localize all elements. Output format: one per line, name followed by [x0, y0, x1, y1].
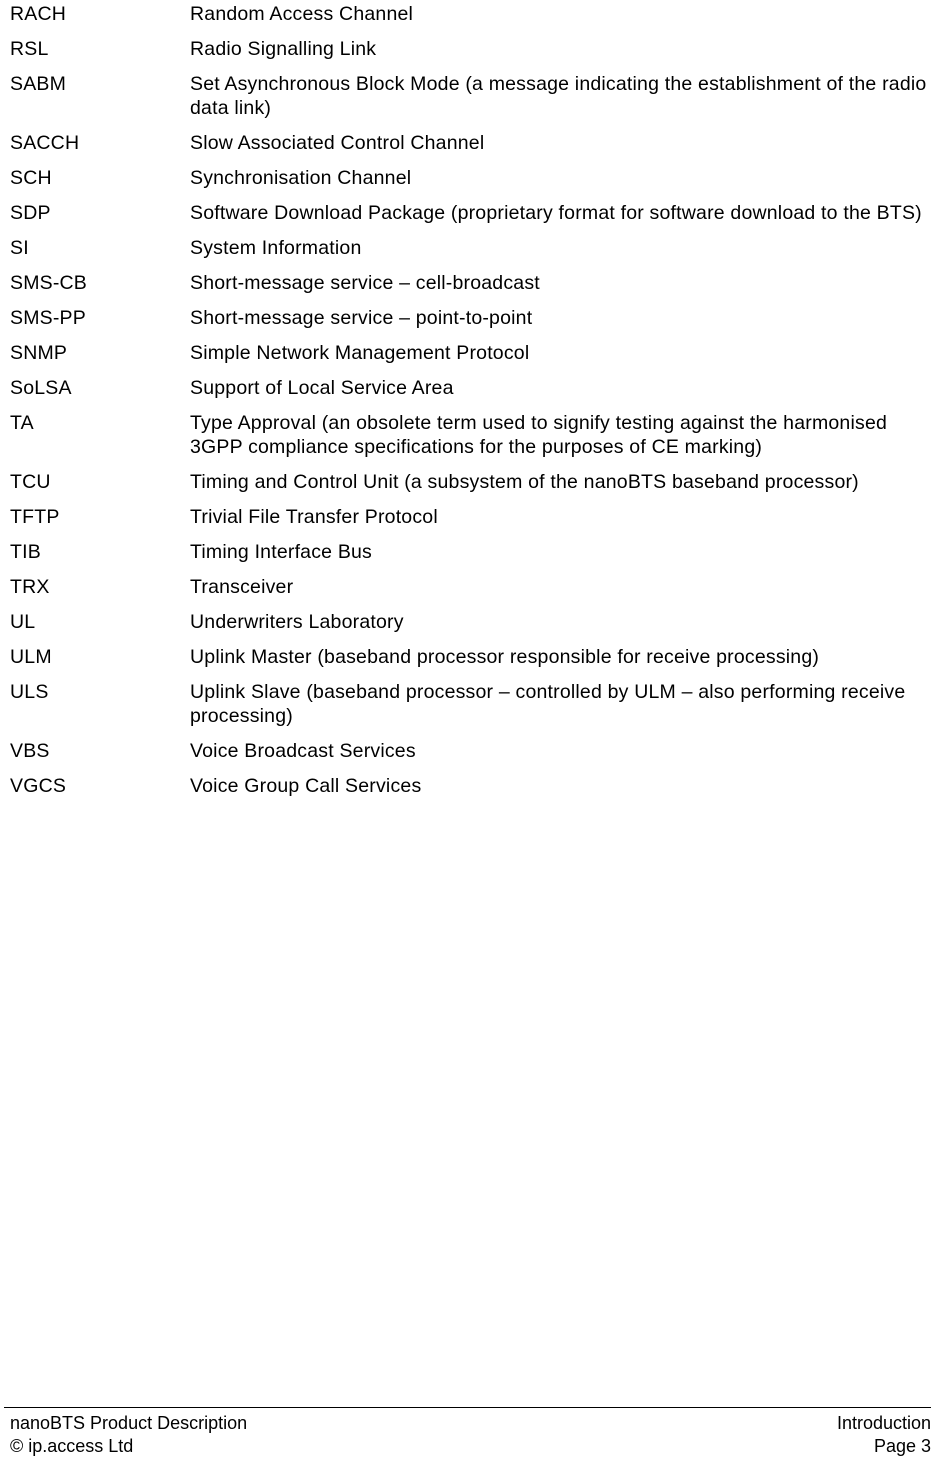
glossary-entry: TCU Timing and Control Unit (a subsystem …: [10, 470, 931, 494]
glossary-definition: Short-message service – cell-broadcast: [190, 272, 540, 294]
glossary-term: SMS-CB: [10, 272, 88, 294]
glossary-term: ULM: [10, 646, 52, 668]
glossary-term: TFTP: [10, 506, 60, 528]
glossary-term: TIB: [10, 541, 41, 563]
footer-copyright: © ip.access Ltd: [10, 1436, 134, 1456]
glossary-term: ULS: [10, 681, 49, 703]
glossary-entry: SNMP Simple Network Management Protocol: [10, 341, 931, 365]
document-page: RACH Random Access Channel RSL Radio Signal…: [0, 0, 941, 1464]
glossary-definition: Software Download Package (proprietary f…: [190, 202, 922, 224]
glossary-entry: SI System Information: [10, 236, 931, 260]
glossary-term: RSL: [10, 38, 49, 60]
glossary-term: SoLSA: [10, 377, 72, 399]
glossary-entry: TIB Timing Interface Bus: [10, 540, 931, 564]
glossary-entry: RSL Radio Signalling Link: [10, 37, 931, 61]
glossary-entry: VGCS Voice Group Call Services: [10, 774, 931, 798]
glossary-definition: Random Access Channel: [190, 3, 414, 25]
glossary-list: RACH Random Access Channel RSL Radio Signal…: [10, 2, 931, 809]
glossary-definition: Timing and Control Unit (a subsystem of …: [190, 471, 859, 493]
glossary-definition: Underwriters Laboratory: [190, 611, 404, 633]
glossary-entry: SMS-CB Short-message service – cell-broad…: [10, 271, 931, 295]
glossary-entry: RACH Random Access Channel: [10, 2, 931, 26]
glossary-term: SACCH: [10, 132, 80, 154]
glossary-term: SNMP: [10, 342, 68, 364]
glossary-entry: SDP Software Download Package (proprietar…: [10, 201, 931, 225]
glossary-definition: Set Asynchronous Block Mode (a message i…: [190, 73, 927, 119]
glossary-term: RACH: [10, 3, 67, 25]
glossary-entry: TRX Transceiver: [10, 575, 931, 599]
glossary-term: SI: [10, 237, 29, 259]
glossary-entry: SACCH Slow Associated Control Channel: [10, 131, 931, 155]
glossary-definition: Uplink Slave (baseband processor – contr…: [190, 681, 906, 727]
glossary-definition: Uplink Master (baseband processor respon…: [190, 646, 820, 668]
glossary-entry: VBS Voice Broadcast Services: [10, 739, 931, 763]
glossary-definition: Trivial File Transfer Protocol: [190, 506, 438, 528]
glossary-definition: Transceiver: [190, 576, 294, 598]
glossary-definition: Synchronisation Channel: [190, 167, 412, 189]
glossary-definition: Support of Local Service Area: [190, 377, 454, 399]
glossary-definition: System Information: [190, 237, 362, 259]
glossary-definition: Voice Group Call Services: [190, 775, 422, 797]
glossary-term: SDP: [10, 202, 51, 224]
glossary-entry: ULM Uplink Master (baseband processor res…: [10, 645, 931, 669]
glossary-definition: Type Approval (an obsolete term used to …: [190, 412, 888, 458]
glossary-definition: Simple Network Management Protocol: [190, 342, 530, 364]
footer-section-name: Introduction: [836, 1413, 931, 1433]
glossary-definition: Voice Broadcast Services: [190, 740, 416, 762]
footer-row-secondary: © ip.access Ltd Page 3: [4, 1435, 931, 1458]
glossary-term: TA: [10, 412, 34, 434]
glossary-term: VBS: [10, 740, 50, 762]
page-footer: nanoBTS Product Description Introduction…: [4, 1407, 931, 1458]
glossary-entry: TFTP Trivial File Transfer Protocol: [10, 505, 931, 529]
glossary-entry: SABM Set Asynchronous Block Mode (a messa…: [10, 72, 931, 120]
glossary-term: SCH: [10, 167, 52, 189]
glossary-definition: Slow Associated Control Channel: [190, 132, 485, 154]
glossary-entry: UL Underwriters Laboratory: [10, 610, 931, 634]
glossary-entry: SMS-PP Short-message service – point-to-p…: [10, 306, 931, 330]
glossary-entry: SoLSA Support of Local Service Area: [10, 376, 931, 400]
glossary-term: TCU: [10, 471, 51, 493]
glossary-definition: Short-message service – point-to-point: [190, 307, 533, 329]
glossary-term: UL: [10, 611, 36, 633]
glossary-term: SMS-PP: [10, 307, 86, 329]
footer-page-number: Page 3: [873, 1436, 931, 1456]
glossary-definition: Timing Interface Bus: [190, 541, 372, 563]
footer-row-primary: nanoBTS Product Description Introduction: [4, 1412, 931, 1435]
glossary-entry: ULS Uplink Slave (baseband processor – co…: [10, 680, 931, 728]
footer-document-title: nanoBTS Product Description: [10, 1413, 248, 1433]
glossary-term: VGCS: [10, 775, 67, 797]
glossary-definition: Radio Signalling Link: [190, 38, 377, 60]
glossary-term: SABM: [10, 73, 67, 95]
glossary-entry: TA Type Approval (an obsolete term used t…: [10, 411, 931, 459]
glossary-entry: SCH Synchronisation Channel: [10, 166, 931, 190]
glossary-term: TRX: [10, 576, 50, 598]
